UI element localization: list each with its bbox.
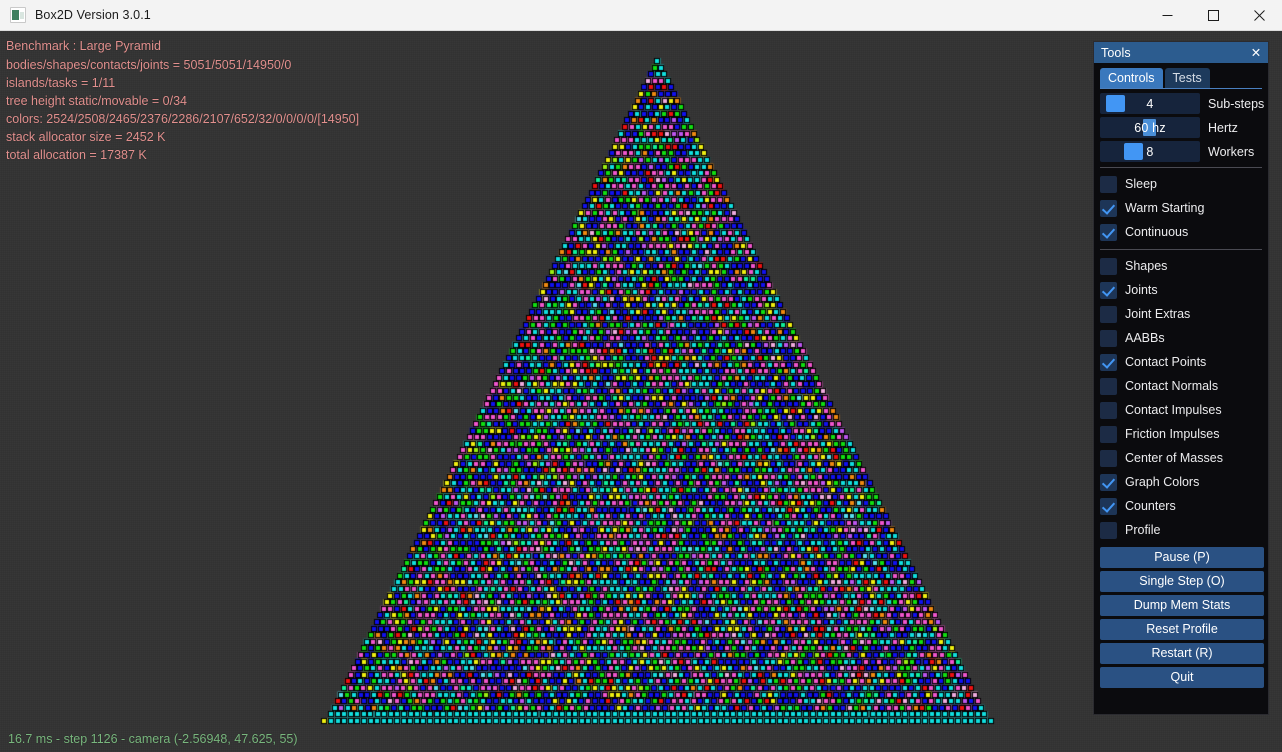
checkbox-row-profile[interactable]: Profile	[1100, 518, 1262, 542]
checkbox-row-shapes[interactable]: Shapes	[1100, 254, 1262, 278]
overlay-line-islands: islands/tasks = 1/11	[6, 76, 116, 90]
checkbox-empty-icon[interactable]	[1100, 175, 1117, 193]
minimize-icon[interactable]	[1144, 0, 1190, 31]
checkbox-empty-icon[interactable]	[1100, 257, 1117, 275]
close-icon[interactable]	[1236, 0, 1282, 31]
checkbox-empty-icon[interactable]	[1100, 377, 1117, 395]
tools-panel-titlebar[interactable]: Tools ✕	[1094, 42, 1268, 63]
slider-hertz[interactable]: 60 hz	[1100, 117, 1200, 138]
checkbox-empty-icon[interactable]	[1100, 305, 1117, 323]
checkbox-row-aabbs[interactable]: AABBs	[1100, 326, 1262, 350]
checkbox-row-counters[interactable]: Counters	[1100, 494, 1262, 518]
button-quit[interactable]: Quit	[1100, 667, 1264, 688]
window-controls	[1144, 0, 1282, 31]
window-title-bar[interactable]: Box2D Version 3.0.1	[0, 0, 1282, 31]
slider-hertz-value: 60 hz	[1134, 120, 1166, 135]
checkbox-empty-icon[interactable]	[1100, 401, 1117, 419]
slider-hertz-label: Hertz	[1208, 120, 1238, 135]
checkbox-label: Contact Impulses	[1125, 403, 1222, 417]
checkbox-label: Sleep	[1125, 177, 1157, 191]
divider	[1100, 167, 1262, 168]
action-button-stack: Pause (P) Single Step (O) Dump Mem Stats Re…	[1100, 547, 1264, 688]
checkbox-label: Center of Masses	[1125, 451, 1223, 465]
divider	[1100, 249, 1262, 250]
checkbox-label: Shapes	[1125, 259, 1168, 273]
slider-substeps[interactable]: 4	[1100, 93, 1200, 114]
checkbox-row-contact-impulses[interactable]: Contact Impulses	[1100, 398, 1262, 422]
checkbox-label: Continuous	[1125, 225, 1189, 239]
checkbox-row-warm-starting[interactable]: Warm Starting	[1100, 196, 1262, 220]
slider-substeps-label: Sub-steps	[1208, 96, 1265, 111]
debug-overlay: Benchmark : Large Pyramid bodies/shapes/…	[6, 37, 359, 164]
checkbox-label: Warm Starting	[1125, 201, 1205, 215]
overlay-line-colors: colors: 2524/2508/2465/2376/2286/2107/65…	[6, 112, 360, 126]
slider-row-workers: 8 Workers	[1100, 141, 1262, 162]
close-icon[interactable]: ✕	[1249, 46, 1263, 60]
checkmark-icon[interactable]	[1100, 353, 1117, 371]
tools-panel-title: Tools	[1101, 45, 1131, 60]
overlay-line-treeheight: tree height static/movable = 0/34	[6, 94, 188, 108]
box2d-app-icon	[10, 7, 26, 23]
checkbox-row-graph-colors[interactable]: Graph Colors	[1100, 470, 1262, 494]
app-window: Box2D Version 3.0.1 Benchmark : Large Py…	[0, 0, 1282, 752]
checkbox-row-friction-impulses[interactable]: Friction Impulses	[1100, 422, 1262, 446]
checkbox-label: Contact Points	[1125, 355, 1207, 369]
checkbox-row-contact-normals[interactable]: Contact Normals	[1100, 374, 1262, 398]
checkbox-label: Friction Impulses	[1125, 427, 1220, 441]
button-restart-r[interactable]: Restart (R)	[1100, 643, 1264, 664]
checkbox-empty-icon[interactable]	[1100, 425, 1117, 443]
slider-workers[interactable]: 8	[1100, 141, 1200, 162]
checkbox-label: Graph Colors	[1125, 475, 1200, 489]
maximize-icon[interactable]	[1190, 0, 1236, 31]
checkbox-row-contact-points[interactable]: Contact Points	[1100, 350, 1262, 374]
slider-workers-value: 8	[1146, 144, 1154, 159]
checkbox-label: AABBs	[1125, 331, 1165, 345]
tab-bar: Controls Tests	[1100, 67, 1262, 89]
window-title: Box2D Version 3.0.1	[35, 8, 151, 22]
slider-row-substeps: 4 Sub-steps	[1100, 93, 1265, 114]
checkbox-empty-icon[interactable]	[1100, 449, 1117, 467]
checkmark-icon[interactable]	[1100, 497, 1117, 515]
checkbox-row-joints[interactable]: Joints	[1100, 278, 1262, 302]
button-single-step-o[interactable]: Single Step (O)	[1100, 571, 1264, 592]
checkbox-group-debug-draw: Shapes Joints Joint Extras AABBs Contact Poi…	[1100, 254, 1262, 542]
checkbox-empty-icon[interactable]	[1100, 521, 1117, 539]
tab-tests[interactable]: Tests	[1164, 68, 1210, 88]
checkmark-icon[interactable]	[1100, 223, 1117, 241]
simulation-viewport[interactable]: Benchmark : Large Pyramid bodies/shapes/…	[0, 31, 1282, 752]
tab-controls[interactable]: Controls	[1100, 68, 1163, 88]
overlay-line-stackalloc: stack allocator size = 2452 K	[6, 130, 166, 144]
checkbox-empty-icon[interactable]	[1100, 329, 1117, 347]
checkbox-row-continuous[interactable]: Continuous	[1100, 220, 1262, 244]
checkbox-label: Joint Extras	[1125, 307, 1191, 321]
overlay-line-bodies: bodies/shapes/contacts/joints = 5051/505…	[6, 58, 292, 72]
overlay-line-totalalloc: total allocation = 17387 K	[6, 148, 147, 162]
status-bar-text: 16.7 ms - step 1126 - camera (-2.56948, …	[8, 732, 298, 746]
checkbox-group-simulation: Sleep Warm Starting Continuous	[1100, 172, 1262, 244]
tools-panel-body: Controls Tests 4 Sub-steps 60 hz Hertz 8…	[1094, 63, 1268, 688]
button-pause-p[interactable]: Pause (P)	[1100, 547, 1264, 568]
checkbox-row-center-of-masses[interactable]: Center of Masses	[1100, 446, 1262, 470]
checkbox-row-sleep[interactable]: Sleep	[1100, 172, 1262, 196]
benchmark-label: Benchmark : Large Pyramid	[6, 39, 161, 53]
checkbox-label: Contact Normals	[1125, 379, 1219, 393]
slider-substeps-value: 4	[1146, 96, 1154, 111]
checkmark-icon[interactable]	[1100, 199, 1117, 217]
slider-workers-label: Workers	[1208, 144, 1255, 159]
button-dump-mem-stats[interactable]: Dump Mem Stats	[1100, 595, 1264, 616]
checkbox-label: Counters	[1125, 499, 1176, 513]
checkbox-label: Profile	[1125, 523, 1161, 537]
checkbox-row-joint-extras[interactable]: Joint Extras	[1100, 302, 1262, 326]
checkmark-icon[interactable]	[1100, 281, 1117, 299]
tools-panel[interactable]: Tools ✕ Controls Tests 4 Sub-steps 60 hz…	[1093, 41, 1269, 715]
button-reset-profile[interactable]: Reset Profile	[1100, 619, 1264, 640]
checkbox-label: Joints	[1125, 283, 1158, 297]
slider-row-hertz: 60 hz Hertz	[1100, 117, 1262, 138]
checkmark-icon[interactable]	[1100, 473, 1117, 491]
